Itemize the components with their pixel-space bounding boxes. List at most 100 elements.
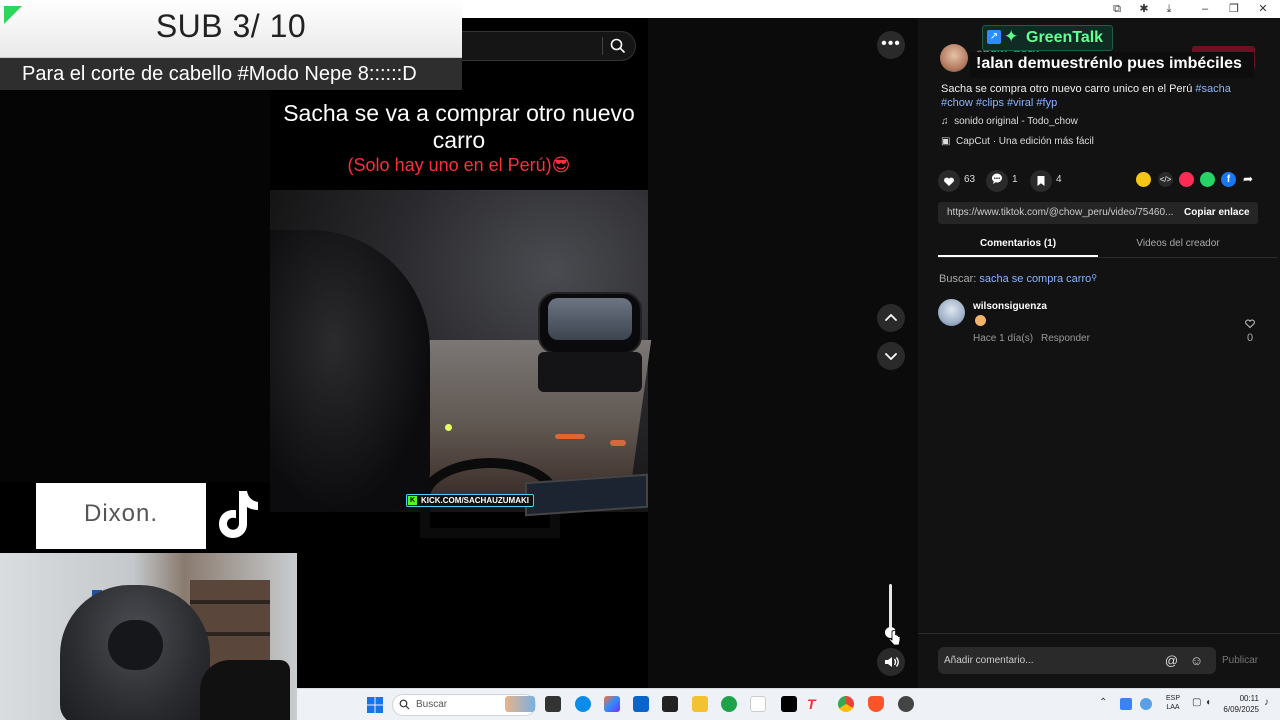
more-options-button[interactable]: ••• — [877, 31, 905, 59]
webcam-shelf-board — [190, 600, 270, 604]
sound-link[interactable]: ♫ sonido original - Todo_chow — [941, 116, 1078, 127]
tray-language[interactable]: ESP LAA — [1160, 694, 1186, 712]
chevron-up-icon — [885, 314, 897, 321]
task-view-icon[interactable] — [545, 696, 561, 712]
tray-language-layout: LAA — [1166, 704, 1180, 711]
emoji-icon[interactable]: ☺ — [1189, 653, 1204, 668]
video-tail-light — [555, 434, 585, 439]
minimize-icon[interactable]: – — [1198, 2, 1212, 16]
comment-input[interactable] — [944, 651, 1144, 670]
share-arrow-icon[interactable]: ➦ — [1243, 172, 1257, 187]
tray-volume-icon[interactable]: ◖ — [1205, 697, 1211, 708]
comment-button[interactable] — [986, 170, 1008, 192]
search-suggestion[interactable]: Buscar: sacha se compra carro⚲ — [939, 273, 1097, 285]
copy-link-button[interactable]: Copiar enlace — [1184, 207, 1250, 218]
chevron-down-icon — [885, 353, 897, 360]
tray-app-icon[interactable] — [1120, 698, 1132, 710]
comment-reply-button[interactable]: Responder — [1041, 333, 1090, 344]
search-icon[interactable] — [609, 37, 627, 55]
video-mirror-mount — [538, 352, 642, 392]
file-explorer-icon[interactable] — [692, 696, 708, 712]
search-highlight-icon[interactable] — [505, 696, 535, 712]
save-count: 4 — [1056, 174, 1062, 185]
video-tail-light — [610, 440, 626, 446]
comment-count: 1 — [1012, 174, 1018, 185]
windows-start-icon[interactable] — [366, 696, 384, 714]
embed-icon[interactable]: </> — [1158, 172, 1173, 187]
music-note-icon: ♫ — [941, 116, 949, 127]
coin-share-icon[interactable] — [1136, 172, 1151, 187]
close-icon[interactable]: ✕ — [1256, 2, 1270, 16]
description-text: Sacha se compra otro nuevo carro unico e… — [941, 83, 1193, 95]
taskbar-search-icon — [399, 699, 410, 710]
bookmark-icon — [1037, 176, 1045, 186]
webcam-streamer-face — [108, 620, 163, 670]
sparkle-icon: ✦ — [1004, 27, 1019, 46]
tiktok-app-icon[interactable] — [781, 696, 797, 712]
like-button[interactable] — [938, 170, 960, 192]
tray-mic-icon[interactable] — [1140, 698, 1152, 710]
webcam-streamer-arm — [200, 660, 290, 720]
video-caption-title: Sacha se va a comprar otro nuevo carro — [283, 100, 635, 153]
comment-like-icon[interactable] — [1243, 316, 1257, 330]
dixon-label: Dixon. — [83, 500, 159, 527]
brave-icon[interactable] — [868, 696, 884, 712]
download-icon[interactable]: ⤓ — [1162, 2, 1176, 16]
tab-divider — [938, 257, 1278, 258]
video-description: Sacha se compra otro nuevo carro unico e… — [941, 82, 1241, 110]
comment-input-divider — [918, 633, 1280, 634]
hashtag[interactable]: #fyp — [1036, 97, 1057, 109]
tray-clock[interactable]: 00:11 6/09/2025 — [1219, 693, 1259, 715]
whatsapp-icon[interactable] — [1200, 172, 1215, 187]
t-app-icon[interactable]: T — [807, 696, 823, 712]
edge-browser-icon[interactable] — [575, 696, 591, 712]
hashtag[interactable]: #viral — [1007, 97, 1033, 109]
previous-video-button[interactable] — [877, 304, 905, 332]
next-video-button[interactable] — [877, 342, 905, 370]
repost-icon[interactable] — [1179, 172, 1194, 187]
save-button[interactable] — [1030, 170, 1052, 192]
volume-button[interactable] — [877, 648, 905, 676]
translate-icon[interactable]: ⧉ — [1110, 2, 1124, 16]
tab-comments[interactable]: Comentarios (1) — [938, 238, 1098, 249]
chrome-icon[interactable] — [838, 696, 854, 712]
kick-watermark: KICK.COM/SACHAUZUMAKI — [406, 494, 534, 507]
like-count: 63 — [964, 174, 976, 185]
obs-icon[interactable] — [898, 696, 914, 712]
comment-avatar[interactable] — [938, 299, 965, 326]
comment-timestamp: Hace 1 día(s) — [973, 333, 1034, 344]
extensions-icon[interactable]: ✱ — [1137, 2, 1151, 16]
restore-icon[interactable]: ❐ — [1227, 2, 1241, 16]
hashtag[interactable]: #chow — [941, 97, 973, 109]
tray-network-icon[interactable]: ▢ — [1192, 697, 1201, 708]
facebook-icon[interactable]: f — [1221, 172, 1236, 187]
tray-chevron-up-icon[interactable]: ⌃ — [1099, 697, 1107, 708]
search-term[interactable]: sacha se compra carro — [979, 273, 1091, 285]
browser-toolbar — [462, 0, 1280, 18]
small-search-icon: ⚲ — [1091, 273, 1098, 282]
comment-emoji-icon — [975, 315, 986, 326]
video-street-light — [445, 424, 452, 431]
capcut-app-icon[interactable] — [662, 696, 678, 712]
outlook-icon[interactable] — [633, 696, 649, 712]
capcut-link[interactable]: ▣ CapCut · Una edición más fácil — [941, 136, 1094, 147]
media-player-icon[interactable] — [721, 696, 737, 712]
video-caption-subtitle: (Solo hay uno en el Perú)😎 — [347, 155, 571, 175]
kick-logo-icon: K — [408, 496, 417, 505]
comment-like-count: 0 — [1246, 332, 1254, 344]
video-link-url: https://www.tiktok.com/@chow_peru/video/… — [947, 207, 1173, 218]
volume-slider-track[interactable] — [889, 584, 892, 632]
notification-bell-icon[interactable]: ♪ — [1264, 697, 1269, 708]
author-avatar[interactable] — [940, 44, 968, 72]
comment-icon — [991, 173, 1002, 184]
greentalk-label: GreenTalk — [1026, 29, 1104, 46]
publish-button[interactable]: Publicar — [1222, 655, 1258, 666]
hashtag[interactable]: #clips — [976, 97, 1004, 109]
comment-username[interactable]: wilsonsiguenza — [973, 301, 1047, 312]
hashtag[interactable]: #sacha — [1195, 83, 1230, 95]
itunes-icon[interactable] — [750, 696, 766, 712]
tab-creator-videos[interactable]: Videos del creador — [1098, 238, 1258, 249]
mention-icon[interactable]: @ — [1164, 653, 1179, 668]
page-left-area — [0, 90, 270, 482]
copilot-icon[interactable] — [604, 696, 620, 712]
